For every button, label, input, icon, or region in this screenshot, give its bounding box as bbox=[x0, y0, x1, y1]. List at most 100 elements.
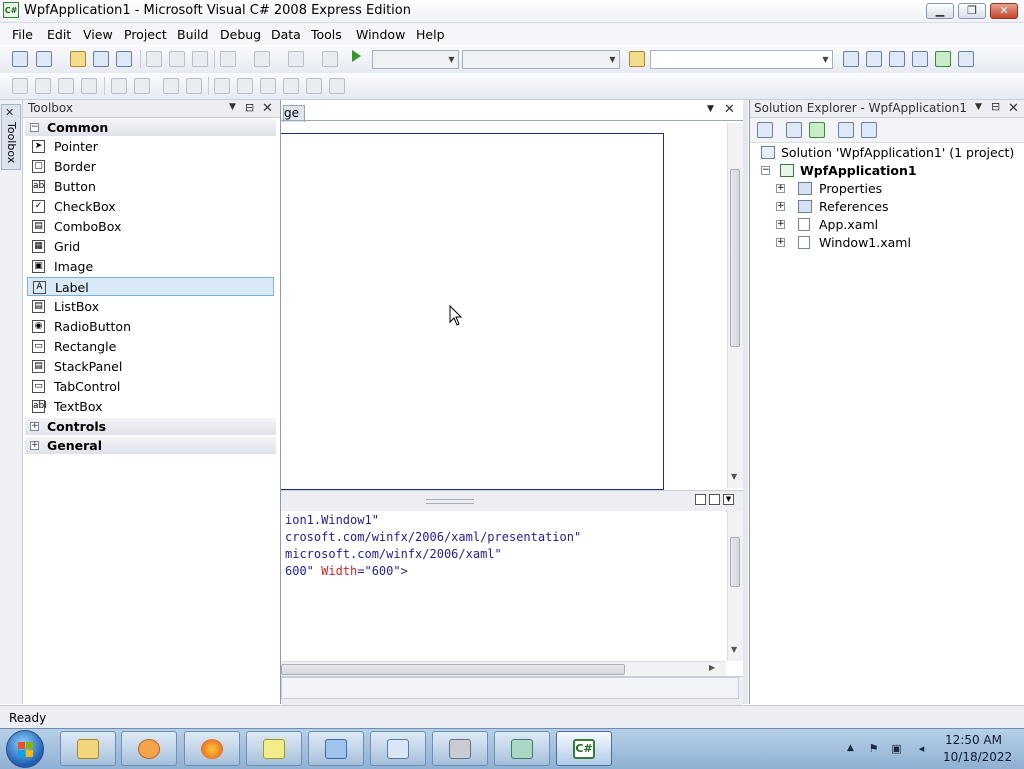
menu-build[interactable]: Build bbox=[177, 27, 208, 42]
flag-icon[interactable]: ⚑ bbox=[867, 742, 880, 755]
scroll-thumb[interactable] bbox=[730, 537, 740, 587]
tree-item-references[interactable]: + References bbox=[750, 198, 1024, 216]
toolbox-item-pointer[interactable]: ➤ Pointer bbox=[27, 137, 274, 156]
close-document-icon[interactable]: ✕ bbox=[724, 103, 735, 116]
menu-debug[interactable]: Debug bbox=[220, 27, 261, 42]
window-position-dropdown-icon[interactable]: ▼ bbox=[229, 102, 236, 112]
taskbar-control-panel[interactable] bbox=[308, 731, 364, 766]
navigate-forward-icon[interactable] bbox=[322, 51, 338, 67]
taskbar-visual-csharp[interactable]: C# bbox=[556, 731, 612, 766]
scroll-down-icon[interactable]: ▼ bbox=[731, 645, 737, 654]
platform-combo[interactable]: ▼ bbox=[462, 50, 620, 69]
bookmark-folder-icon[interactable] bbox=[283, 78, 299, 94]
menu-file[interactable]: File bbox=[12, 27, 33, 42]
taskbar-app[interactable] bbox=[246, 731, 302, 766]
save-all-icon[interactable] bbox=[116, 51, 132, 67]
toolbox-item-listbox[interactable]: ▤ ListBox bbox=[27, 297, 274, 316]
document-list-dropdown-icon[interactable]: ▼ bbox=[707, 104, 714, 114]
start-debugging-icon[interactable] bbox=[352, 50, 361, 62]
font-size-icon[interactable] bbox=[81, 78, 97, 94]
design-vertical-scrollbar[interactable]: ▼ bbox=[727, 123, 743, 488]
open-folder-icon[interactable] bbox=[70, 51, 86, 67]
expand-icon[interactable]: + bbox=[776, 202, 785, 211]
collapse-icon[interactable]: − bbox=[761, 166, 770, 175]
menu-data[interactable]: Data bbox=[271, 27, 301, 42]
taskbar-explorer[interactable] bbox=[60, 731, 116, 766]
align-icon[interactable] bbox=[35, 78, 51, 94]
navigate-icon[interactable] bbox=[288, 51, 304, 67]
scroll-right-icon[interactable]: ▶ bbox=[709, 663, 715, 672]
redo-icon[interactable] bbox=[254, 51, 270, 67]
menu-window[interactable]: Window bbox=[356, 27, 405, 42]
indent-icon[interactable] bbox=[111, 78, 127, 94]
bookmark-next-icon[interactable] bbox=[260, 78, 276, 94]
menu-project[interactable]: Project bbox=[124, 27, 167, 42]
start-page-icon[interactable] bbox=[935, 51, 951, 67]
configuration-combo[interactable]: ▼ bbox=[372, 50, 459, 69]
taskbar-media-player[interactable] bbox=[121, 731, 177, 766]
category-general[interactable]: + General bbox=[25, 437, 276, 454]
scroll-thumb[interactable] bbox=[281, 664, 625, 675]
copy-icon[interactable] bbox=[169, 51, 185, 67]
toolbox-window-icon[interactable] bbox=[958, 51, 974, 67]
toolbox-item-combobox[interactable]: ▤ ComboBox bbox=[27, 217, 274, 236]
undo-icon[interactable] bbox=[220, 51, 236, 67]
toolbox-item-grid[interactable]: ▦ Grid bbox=[27, 237, 274, 256]
menu-tools[interactable]: Tools bbox=[311, 27, 342, 42]
horizontal-split-icon[interactable] bbox=[709, 494, 720, 505]
toolbox-item-button[interactable]: ab Button bbox=[27, 177, 274, 196]
maximize-button[interactable]: ❐ bbox=[958, 3, 986, 19]
close-icon[interactable]: ✕ bbox=[262, 102, 273, 115]
toolbox-item-rectangle[interactable]: ▭ Rectangle bbox=[27, 337, 274, 356]
show-all-files-icon[interactable] bbox=[786, 122, 802, 138]
toolbox-item-label[interactable]: A Label bbox=[27, 277, 274, 296]
toolbox-item-stackpanel[interactable]: ▤ StackPanel bbox=[27, 357, 274, 376]
clear-bookmarks-icon[interactable] bbox=[329, 78, 345, 94]
toolbox-item-border[interactable]: ▢ Border bbox=[27, 157, 274, 176]
auto-hide-pin-icon[interactable]: ⊟ bbox=[245, 101, 254, 114]
cut-icon[interactable] bbox=[146, 51, 162, 67]
refresh-icon[interactable] bbox=[809, 122, 825, 138]
window-position-dropdown-icon[interactable]: ▼ bbox=[975, 102, 982, 112]
view-code-icon[interactable] bbox=[838, 122, 854, 138]
collapse-pane-icon[interactable]: ▼ bbox=[723, 494, 734, 505]
xaml-horizontal-scrollbar[interactable]: ▶ bbox=[281, 661, 726, 677]
toolbox-item-image[interactable]: ▣ Image bbox=[27, 257, 274, 276]
find-combo[interactable]: ▼ bbox=[650, 50, 833, 69]
taskbar-app[interactable] bbox=[370, 731, 426, 766]
tree-item-app-xaml[interactable]: + App.xaml bbox=[750, 216, 1024, 234]
toolbox-item-checkbox[interactable]: ✓ CheckBox bbox=[27, 197, 274, 216]
vertical-split-icon[interactable] bbox=[695, 494, 706, 505]
minimize-button[interactable]: ▁ bbox=[926, 3, 954, 19]
taskbar-app[interactable] bbox=[494, 731, 550, 766]
scroll-down-icon[interactable]: ▼ bbox=[731, 472, 737, 481]
toolbox-side-tab[interactable]: ✕ Toolbox bbox=[1, 104, 21, 170]
expand-icon[interactable]: + bbox=[776, 184, 785, 193]
auto-hide-pin-icon[interactable]: ⊟ bbox=[991, 100, 1000, 113]
taskbar-app[interactable] bbox=[432, 731, 488, 766]
bookmark-folder-next-icon[interactable] bbox=[306, 78, 322, 94]
solution-explorer-icon[interactable] bbox=[866, 51, 882, 67]
add-item-icon[interactable] bbox=[36, 51, 52, 67]
comment-icon[interactable] bbox=[163, 78, 179, 94]
toolbox-item-textbox[interactable]: abl TextBox bbox=[27, 397, 274, 416]
menu-help[interactable]: Help bbox=[416, 27, 445, 42]
design-surface[interactable] bbox=[281, 123, 726, 490]
tree-solution[interactable]: Solution 'WpfApplication1' (1 project) bbox=[750, 144, 1024, 162]
network-icon[interactable]: ▣ bbox=[890, 742, 903, 755]
paste-icon[interactable] bbox=[192, 51, 208, 67]
menu-edit[interactable]: Edit bbox=[47, 27, 71, 42]
tools-icon[interactable] bbox=[912, 51, 928, 67]
properties-icon[interactable] bbox=[757, 122, 773, 138]
tree-item-properties[interactable]: + Properties bbox=[750, 180, 1024, 198]
new-project-icon[interactable] bbox=[12, 51, 28, 67]
tree-project[interactable]: − WpfApplication1 bbox=[750, 162, 1024, 180]
category-controls[interactable]: + Controls bbox=[25, 418, 276, 435]
xaml-vertical-scrollbar[interactable]: ▼ bbox=[727, 511, 743, 661]
start-button[interactable] bbox=[6, 730, 44, 768]
align-icon[interactable] bbox=[58, 78, 74, 94]
close-icon[interactable]: ✕ bbox=[1008, 102, 1019, 115]
toolbox-item-radiobutton[interactable]: ◉ RadioButton bbox=[27, 317, 274, 336]
view-designer-icon[interactable] bbox=[861, 122, 877, 138]
bookmark-prev-icon[interactable] bbox=[237, 78, 253, 94]
